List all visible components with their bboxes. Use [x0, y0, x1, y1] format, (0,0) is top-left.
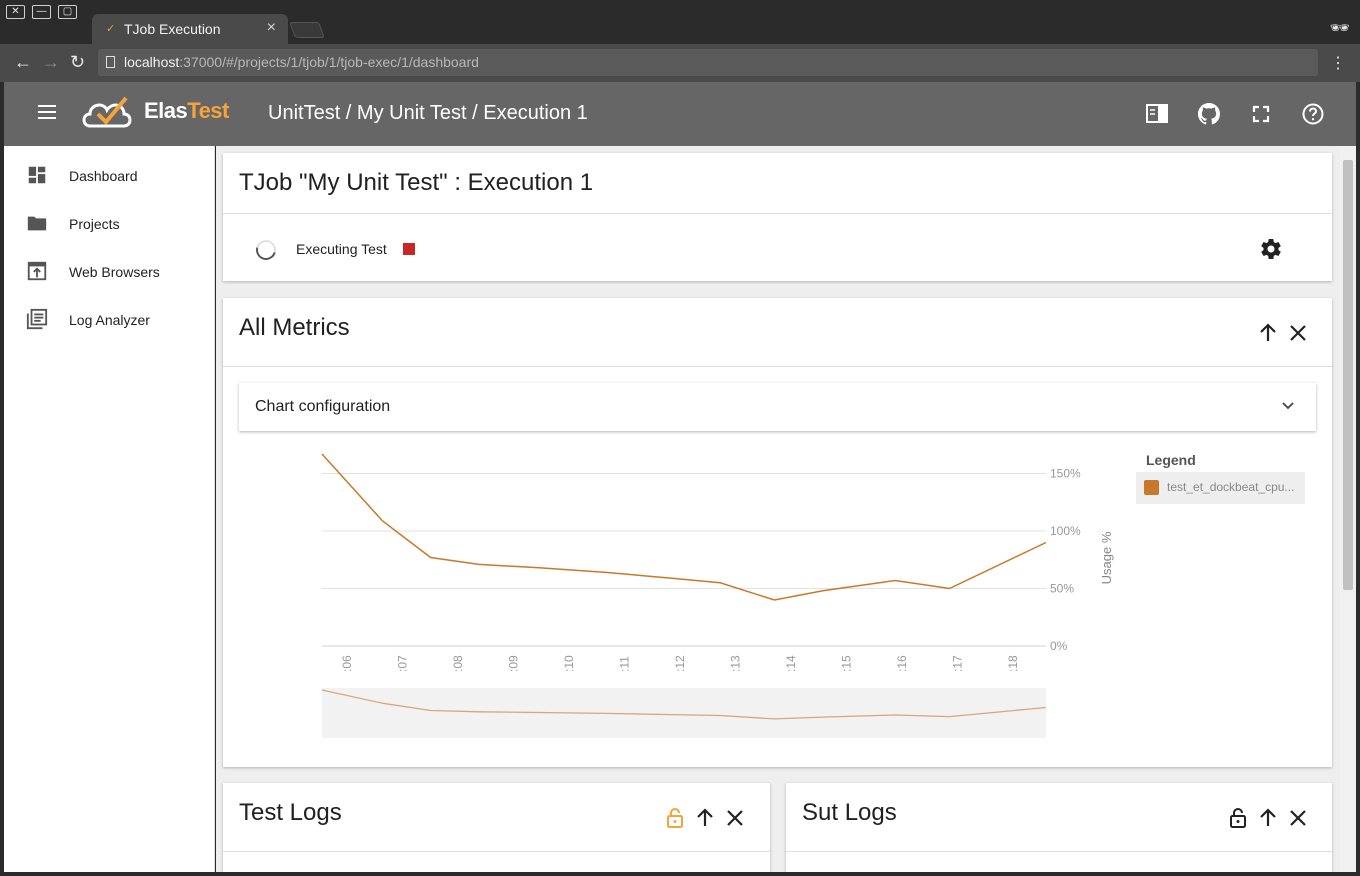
x-tick-label: :12 — [673, 655, 687, 672]
incognito-icon: 🕶 — [1329, 20, 1350, 37]
url-bar[interactable]: localhost:37000/#/projects/1/tjob/1/tjob… — [98, 49, 1318, 76]
browser-titlebar: ✕ — ▢ ✓ TJob Execution × 🕶 — [0, 0, 1360, 44]
sidebar-item-label: Dashboard — [69, 168, 138, 184]
page-breadcrumb: UnitTest / My Unit Test / Execution 1 — [268, 102, 588, 124]
test-logs-title: Test Logs — [239, 799, 342, 826]
y-tick-label: 150% — [1050, 467, 1081, 481]
y-tick-label: 100% — [1050, 524, 1081, 538]
lock-open-icon[interactable] — [1226, 806, 1250, 830]
new-tab-button[interactable] — [289, 22, 325, 38]
github-icon[interactable] — [1197, 102, 1221, 126]
chart-configuration-panel[interactable]: Chart configuration — [239, 383, 1316, 431]
x-tick-label: :15 — [840, 655, 854, 672]
sidebar-item-web-browsers[interactable]: Web Browsers — [4, 250, 215, 294]
help-icon[interactable] — [1301, 102, 1325, 126]
window-maximize-button[interactable]: ▢ — [58, 5, 77, 19]
page-icon — [106, 56, 115, 68]
sidebar-item-label: Log Analyzer — [69, 312, 150, 328]
metrics-title: All Metrics — [239, 314, 350, 341]
favicon-icon: ✓ — [106, 23, 116, 35]
metrics-chart[interactable]: 0% 50% 100% 150% Usage % :06 :07 :08 :09 :10 :11 :1… — [223, 444, 1123, 744]
main-content: TJob "My Unit Test" : Execution 1 Execut… — [216, 146, 1340, 872]
test-logs-card: Test Logs — [223, 783, 770, 872]
sut-logs-card: Sut Logs — [786, 783, 1332, 872]
sidebar: Dashboard Projects Web Browsers Log Anal… — [4, 146, 215, 872]
y-tick-label: 0% — [1050, 639, 1068, 653]
browser-menu-icon[interactable]: ⋮ — [1330, 53, 1346, 73]
x-tick-label: :11 — [618, 656, 632, 672]
x-tick-label: :06 — [340, 655, 354, 672]
page-scrollbar[interactable] — [1340, 146, 1356, 872]
divider — [223, 851, 770, 852]
close-icon[interactable] — [1286, 806, 1310, 830]
back-icon[interactable]: ← — [14, 52, 32, 72]
arrow-up-icon[interactable] — [693, 806, 717, 830]
url-text: localhost:37000/#/projects/1/tjob/1/tjob… — [124, 54, 479, 70]
x-tick-label: :18 — [1006, 655, 1020, 672]
legend-title: Legend — [1146, 452, 1196, 468]
tab-title: TJob Execution — [124, 21, 221, 37]
sidebar-item-log-analyzer[interactable]: Log Analyzer — [4, 298, 215, 342]
close-icon[interactable] — [723, 806, 747, 830]
window-minimize-button[interactable]: — — [32, 5, 51, 19]
cloud-check-icon — [82, 96, 132, 128]
loading-spinner-icon — [252, 236, 280, 264]
log-icon — [26, 308, 48, 330]
x-tick-label: :08 — [451, 655, 465, 672]
series-line — [321, 453, 1047, 601]
tab-close-icon[interactable]: × — [267, 19, 276, 37]
sidebar-item-projects[interactable]: Projects — [4, 202, 215, 246]
app-header: ElasTest UnitTest / My Unit Test / Execu… — [4, 82, 1356, 146]
x-tick-label: :17 — [951, 655, 965, 672]
execution-title: TJob "My Unit Test" : Execution 1 — [239, 169, 594, 196]
close-icon[interactable] — [1286, 321, 1310, 345]
chevron-down-icon[interactable] — [1280, 397, 1296, 413]
sidebar-item-label: Web Browsers — [69, 264, 160, 280]
chart-navigator — [322, 688, 1046, 738]
stop-execution-button[interactable] — [403, 243, 415, 255]
legend-label: test_et_dockbeat_cpu... — [1167, 480, 1295, 494]
folder-icon — [27, 216, 47, 231]
execution-card: TJob "My Unit Test" : Execution 1 Execut… — [223, 153, 1332, 281]
window-close-button[interactable]: ✕ — [6, 5, 25, 19]
browser-window: ✕ — ▢ ✓ TJob Execution × 🕶 ← → ↻ localho… — [0, 0, 1360, 876]
x-tick-label: :09 — [507, 655, 521, 672]
sidebar-item-dashboard[interactable]: Dashboard — [4, 154, 215, 198]
lock-open-icon[interactable] — [663, 806, 687, 830]
arrow-up-icon[interactable] — [1256, 321, 1280, 345]
legend-item[interactable]: test_et_dockbeat_cpu... — [1136, 472, 1305, 504]
browser-tab[interactable]: ✓ TJob Execution × — [92, 14, 288, 44]
x-tick-label: :07 — [396, 655, 410, 672]
y-axis-label: Usage % — [1099, 531, 1114, 584]
scrollbar-thumb[interactable] — [1343, 160, 1353, 590]
sidebar-item-label: Projects — [69, 216, 120, 232]
legend-swatch — [1144, 480, 1159, 495]
divider — [223, 366, 1332, 367]
y-tick-label: 50% — [1050, 582, 1074, 596]
x-tick-label: :10 — [562, 655, 576, 672]
fullscreen-icon[interactable] — [1249, 102, 1273, 126]
elastest-logo[interactable]: ElasTest — [80, 92, 240, 132]
x-tick-label: :14 — [784, 655, 798, 672]
sut-logs-title: Sut Logs — [802, 799, 897, 826]
arrow-up-icon[interactable] — [1256, 806, 1280, 830]
x-tick-label: :16 — [895, 655, 909, 672]
x-tick-label: :13 — [729, 655, 743, 672]
browser-icon — [27, 261, 47, 281]
divider — [786, 851, 1332, 852]
divider — [223, 213, 1332, 214]
dashboard-icon — [28, 166, 46, 184]
settings-gear-icon[interactable] — [1259, 237, 1283, 261]
chart-configuration-label: Chart configuration — [255, 398, 391, 415]
browser-toolbar: ← → ↻ localhost:37000/#/projects/1/tjob/… — [0, 44, 1360, 82]
reload-icon[interactable]: ↻ — [70, 52, 85, 72]
forward-icon[interactable]: → — [42, 52, 60, 72]
execution-status: Executing Test — [296, 241, 387, 257]
panel-toggle-icon[interactable] — [1145, 102, 1169, 126]
logo-text: ElasTest — [144, 98, 229, 123]
metrics-card: All Metrics Chart configuration 0% 50% 100… — [223, 298, 1332, 767]
menu-icon[interactable] — [38, 105, 56, 119]
